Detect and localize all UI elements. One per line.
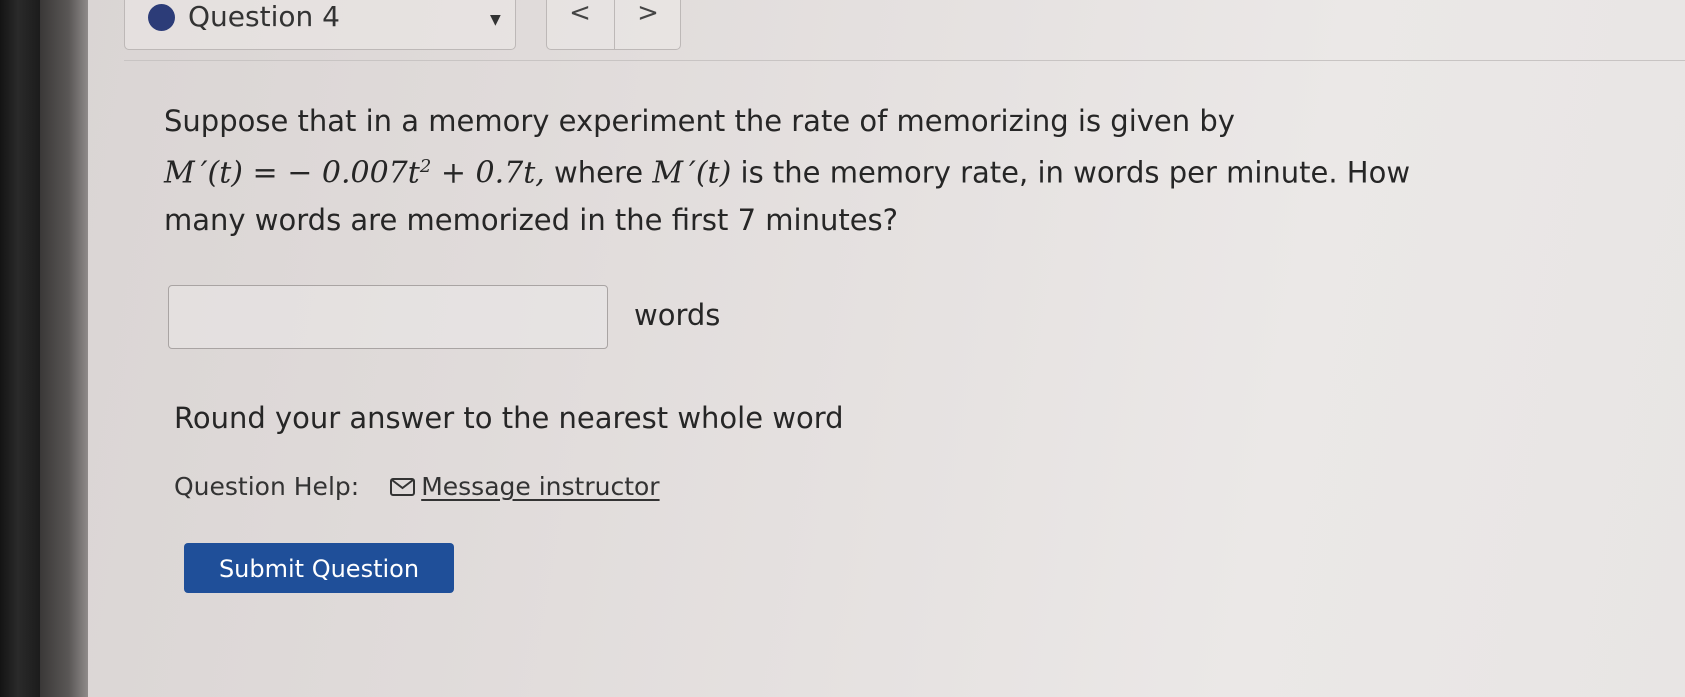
formula-equals: = [242, 155, 288, 191]
question-help: Question Help: Message instructor [174, 472, 660, 501]
rounding-instruction: Round your answer to the nearest whole w… [174, 401, 844, 435]
question-status-dot-icon [148, 4, 175, 31]
question-help-label: Question Help: [174, 472, 360, 501]
caret-down-icon[interactable]: ▼ [490, 12, 501, 28]
question-line-1: Suppose that in a memory experiment the … [164, 104, 1235, 138]
monitor-bezel [0, 0, 40, 697]
monitor-bezel-edge [40, 0, 88, 697]
formula-exponent: 2 [419, 156, 432, 177]
message-instructor-link[interactable]: Message instructor [421, 472, 659, 501]
header-divider [124, 60, 1685, 61]
envelope-icon [390, 477, 416, 496]
screen: Question 4 ▼ < > Suppose that in a memor… [88, 0, 1685, 697]
question-mid-text: where [544, 155, 653, 190]
question-line-3: many words are memorized in the first 7 … [164, 202, 899, 237]
question-text: Suppose that in a memory experiment the … [164, 98, 1544, 243]
question-tail-text: is the memory rate, in words per minute.… [731, 155, 1411, 190]
question-nav: < > [546, 0, 681, 50]
next-question-button[interactable]: > [615, 0, 681, 45]
question-label: Question 4 [188, 0, 340, 33]
formula-rhs-b: + 0.7t, [431, 155, 545, 191]
answer-unit-label: words [634, 298, 721, 332]
formula-lhs: M ′(t) [164, 155, 243, 191]
prev-question-button[interactable]: < [547, 0, 613, 45]
question-line-2: M ′(t) = − 0.007t2 + 0.7t, where M ′(t) … [164, 144, 1544, 197]
formula-rhs-a: − 0.007t [287, 155, 420, 191]
answer-input[interactable] [168, 285, 608, 349]
formula-reference: M ′(t) [652, 155, 732, 191]
submit-question-button[interactable]: Submit Question [184, 543, 454, 593]
